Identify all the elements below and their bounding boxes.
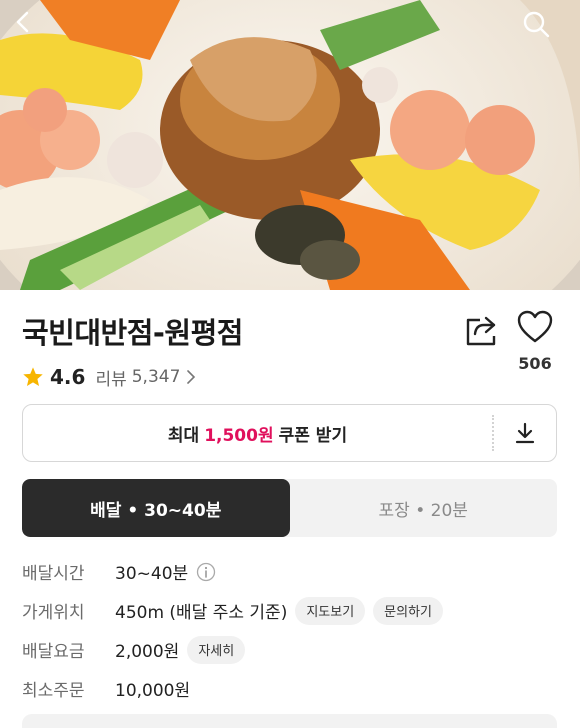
location-label: 가게위치 [22, 603, 85, 623]
store-name: 국빈대반점-원평점 [22, 316, 243, 350]
chevron-left-icon [16, 11, 29, 33]
share-button[interactable] [462, 312, 500, 350]
food-photo [0, 0, 580, 290]
download-icon [515, 422, 535, 444]
heart-icon [517, 310, 553, 343]
map-button[interactable]: 지도보기 [295, 596, 366, 625]
share-icon [466, 316, 496, 346]
fee-detail-button[interactable]: 자세히 [187, 635, 246, 664]
hero-image [0, 0, 580, 290]
min-order-row: 최소주문 10,000원 [22, 669, 562, 708]
search-icon [523, 11, 550, 38]
coupon-download-button[interactable] [494, 405, 556, 461]
coupon-suffix: 쿠폰 받기 [278, 425, 348, 446]
min-order-label: 최소주문 [22, 681, 85, 701]
location-row: 가게위치 450m (배달 주소 기준) 지도보기 문의하기 [22, 591, 562, 630]
location-value: 450m (배달 주소 기준) [115, 603, 288, 623]
fee-label: 배달요금 [22, 642, 85, 662]
inquiry-button[interactable]: 문의하기 [373, 596, 444, 625]
tab-pickup[interactable]: 포장 • 20분 [290, 479, 558, 537]
back-button[interactable] [12, 10, 52, 50]
fee-value: 2,000원 [115, 642, 180, 662]
bottom-section [22, 714, 557, 728]
order-type-tabs: 배달 • 30~40분 포장 • 20분 [22, 479, 557, 537]
coupon-button[interactable]: 최대 1,500원 쿠폰 받기 [23, 405, 492, 461]
review-label: 리뷰 [95, 369, 127, 390]
tab-delivery[interactable]: 배달 • 30~40분 [22, 479, 290, 537]
delivery-time-row: 배달시간 30~40분 [22, 552, 562, 591]
min-order-value: 10,000원 [115, 681, 191, 701]
like-count: 506 [518, 354, 552, 373]
rating-value: 4.6 [50, 365, 86, 389]
delivery-time-value: 30~40분 [115, 564, 189, 584]
delivery-fee-row: 배달요금 2,000원 자세히 [22, 630, 562, 669]
like-button[interactable] [515, 310, 555, 350]
review-count: 5,347 [131, 367, 181, 387]
coupon-amount: 1,500원 [204, 425, 274, 446]
search-button[interactable] [522, 10, 562, 50]
coupon-prefix: 최대 [167, 425, 200, 446]
info-icon [197, 562, 216, 581]
delivery-time-label: 배달시간 [22, 564, 85, 584]
info-button[interactable] [196, 562, 216, 582]
store-info: 배달시간 30~40분 가게위치 450m (배달 주소 기준) 지도보기 문의… [22, 552, 562, 708]
chevron-right-icon [187, 370, 196, 384]
star-icon [23, 367, 43, 386]
rating-row[interactable]: 4.6 리뷰 5,347 [22, 362, 196, 392]
coupon-box: 최대 1,500원 쿠폰 받기 [22, 404, 557, 462]
